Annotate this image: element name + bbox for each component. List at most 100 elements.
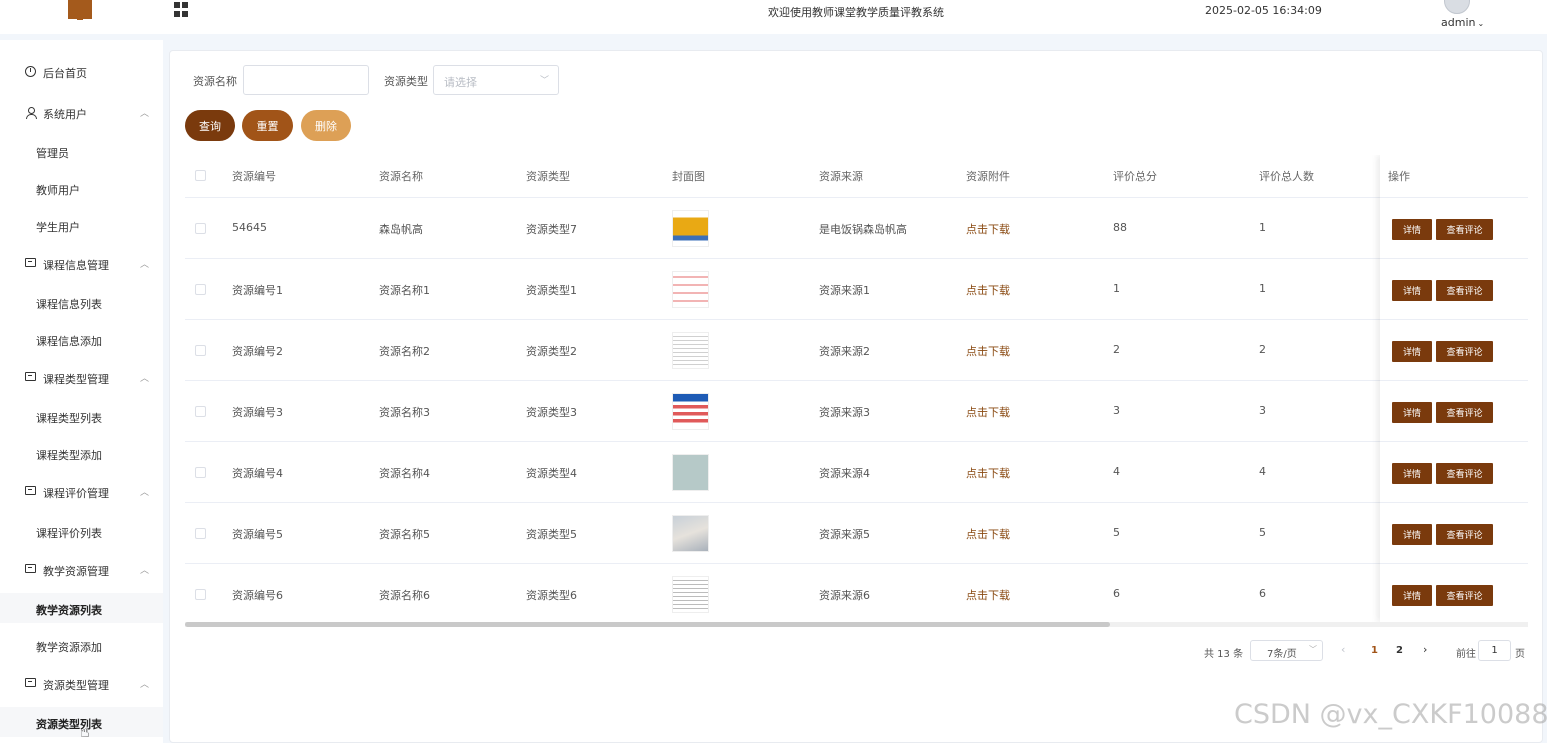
resource-source: 是电饭锅森岛帆高 [819,223,907,236]
cover-image[interactable] [672,210,709,247]
scrollbar-thumb[interactable] [185,622,1110,627]
prev-page-button[interactable]: ‹ [1341,643,1345,656]
download-link[interactable]: 点击下载 [966,526,1010,542]
detail-button[interactable]: 详情 [1392,280,1432,301]
review-count: 2 [1259,343,1266,356]
goto-label: 前往 [1456,649,1476,660]
row-checkbox[interactable] [195,345,206,356]
row-checkbox[interactable] [195,589,206,600]
download-link[interactable]: 点击下载 [966,587,1010,603]
download-link[interactable]: 点击下载 [966,404,1010,420]
sidebar-item-course-info-list[interactable]: 课程信息列表 [0,287,163,317]
sidebar-item-label: 教学资源管理 [43,565,109,578]
view-reviews-button[interactable]: 查看评论 [1436,402,1493,423]
query-button[interactable]: 查询 [185,110,235,141]
row-checkbox[interactable] [195,284,206,295]
row-checkbox[interactable] [195,406,206,417]
detail-button[interactable]: 详情 [1392,463,1432,484]
sidebar-item-label: 课程类型添加 [36,449,102,462]
sidebar-group-system-users[interactable]: 系统用户 ︿ [0,98,163,128]
column-header: 资源来源 [819,170,863,183]
table-row: 资源编号1 资源名称1 资源类型1 资源来源1 点击下载 1 1 [185,259,1528,320]
sidebar-item-label: 课程信息添加 [36,335,102,348]
menu-grid-icon[interactable] [174,2,189,17]
view-reviews-button[interactable]: 查看评论 [1436,280,1493,301]
sidebar-item-label: 课程类型列表 [36,412,102,425]
select-placeholder: 请选择 [444,76,477,89]
resource-name-input[interactable] [243,65,369,95]
view-reviews-button[interactable]: 查看评论 [1436,524,1493,545]
sidebar-item-teaching-resource-list[interactable]: 教学资源列表 [0,593,163,623]
view-reviews-button[interactable]: 查看评论 [1436,219,1493,240]
download-link[interactable]: 点击下载 [966,282,1010,298]
actions-row: 详情 查看评论 [1380,381,1528,442]
download-link[interactable]: 点击下载 [966,221,1010,237]
sidebar-item-teaching-resource-add[interactable]: 教学资源添加 [0,630,163,660]
sidebar-item-dashboard[interactable]: 后台首页 [0,57,163,87]
download-link[interactable]: 点击下载 [966,343,1010,359]
view-reviews-button[interactable]: 查看评论 [1436,585,1493,606]
sidebar-item-course-type-list[interactable]: 课程类型列表 [0,401,163,431]
chevron-down-icon: ﹀ [540,76,550,86]
row-checkbox[interactable] [195,528,206,539]
review-count: 1 [1259,282,1266,295]
cover-image[interactable] [672,393,709,430]
page-number[interactable]: 2 [1396,645,1403,656]
horizontal-scrollbar[interactable] [185,622,1528,627]
sidebar-group-course-info[interactable]: 课程信息管理 ︿ [0,249,163,279]
page-size-select[interactable]: 7条/页 ﹀ [1250,640,1323,661]
user-menu[interactable]: admin ⌄ [1441,16,1484,29]
delete-button[interactable]: 删除 [301,110,351,141]
sidebar-item-students[interactable]: 学生用户 [0,210,163,240]
sidebar-group-resource-type[interactable]: 资源类型管理 ︿ [0,669,163,699]
sidebar-item-label: 课程信息管理 [43,259,109,272]
sidebar-item-admins[interactable]: 管理员 [0,136,163,166]
resource-code: 资源编号3 [232,406,283,419]
row-checkbox[interactable] [195,223,206,234]
user-name: admin [1441,16,1476,29]
list-box-icon [25,486,37,498]
download-link[interactable]: 点击下载 [966,465,1010,481]
resource-code: 资源编号5 [232,528,283,541]
table-header: 资源编号 资源名称 资源类型 封面图 资源来源 资源附件 评价总分 评价总人数 [185,155,1528,198]
resource-type: 资源类型7 [526,223,577,236]
review-score: 1 [1113,282,1120,295]
chevron-up-icon: ︿ [140,488,150,498]
page-number-current[interactable]: 1 [1371,645,1378,656]
resource-type: 资源类型5 [526,528,577,541]
sidebar-group-teaching-resources[interactable]: 教学资源管理 ︿ [0,555,163,585]
resource-type: 资源类型4 [526,467,577,480]
next-page-button[interactable]: › [1423,643,1427,656]
sidebar-item-teachers[interactable]: 教师用户 [0,173,163,203]
detail-button[interactable]: 详情 [1392,402,1432,423]
sidebar-group-course-type[interactable]: 课程类型管理 ︿ [0,363,163,393]
table-row: 资源编号3 资源名称3 资源类型3 资源来源3 点击下载 3 3 [185,381,1528,442]
resource-type-select[interactable]: 请选择 ﹀ [433,65,559,95]
detail-button[interactable]: 详情 [1392,341,1432,362]
sidebar-group-course-review[interactable]: 课程评价管理 ︿ [0,477,163,507]
goto-page-input[interactable] [1478,640,1511,661]
resource-source: 资源来源5 [819,528,870,541]
sidebar-item-course-review-list[interactable]: 课程评价列表 [0,516,163,546]
review-score: 88 [1113,221,1127,234]
reset-button[interactable]: 重置 [242,110,293,141]
resource-name: 资源名称3 [379,406,430,419]
cover-image[interactable] [672,576,709,613]
detail-button[interactable]: 详情 [1392,524,1432,545]
detail-button[interactable]: 详情 [1392,219,1432,240]
sidebar-item-course-info-add[interactable]: 课程信息添加 [0,324,163,354]
detail-button[interactable]: 详情 [1392,585,1432,606]
view-reviews-button[interactable]: 查看评论 [1436,341,1493,362]
view-reviews-button[interactable]: 查看评论 [1436,463,1493,484]
sidebar-item-label: 课程类型管理 [43,373,109,386]
avatar[interactable] [1444,0,1470,14]
cover-image[interactable] [672,271,709,308]
select-all-checkbox[interactable] [195,170,206,181]
sidebar-item-course-type-add[interactable]: 课程类型添加 [0,438,163,468]
sidebar-item-label: 学生用户 [36,221,80,234]
cover-image[interactable] [672,332,709,369]
cover-image[interactable] [672,515,709,552]
row-checkbox[interactable] [195,467,206,478]
cover-image[interactable] [672,454,709,491]
column-header: 资源附件 [966,170,1010,183]
